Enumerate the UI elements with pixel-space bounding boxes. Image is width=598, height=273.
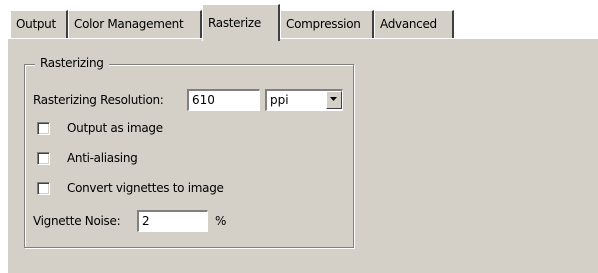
tab-panel-rasterize: Rasterizing Rasterizing Resolution: 610 … xyxy=(7,38,598,273)
dropdown-button[interactable] xyxy=(326,91,342,109)
chevron-down-icon xyxy=(330,97,337,101)
vignette-noise-unit: % xyxy=(215,214,227,228)
vignette-noise-input[interactable]: 2 xyxy=(137,210,208,232)
tab-color-management[interactable]: Color Management xyxy=(68,10,202,38)
rasterizing-resolution-input[interactable]: 610 xyxy=(187,89,260,111)
output-as-image-checkbox[interactable] xyxy=(37,122,50,135)
convert-vignettes-label: Convert vignettes to image xyxy=(67,181,224,195)
anti-aliasing-checkbox[interactable] xyxy=(37,152,50,165)
resolution-unit-value: ppi xyxy=(270,93,289,107)
convert-vignettes-checkbox[interactable] xyxy=(37,182,50,195)
tab-compression[interactable]: Compression xyxy=(280,10,374,38)
rasterizing-group-label: Rasterizing xyxy=(35,56,109,70)
tab-advanced[interactable]: Advanced xyxy=(374,10,454,38)
tab-strip: Output Color Management Rasterize Compre… xyxy=(7,0,598,41)
resolution-unit-select[interactable]: ppi xyxy=(265,89,343,111)
output-as-image-label: Output as image xyxy=(67,121,163,135)
rasterizing-resolution-label: Rasterizing Resolution: xyxy=(33,93,164,107)
anti-aliasing-label: Anti-aliasing xyxy=(67,151,138,165)
tab-output[interactable]: Output xyxy=(10,10,68,38)
vignette-noise-label: Vignette Noise: xyxy=(33,214,121,228)
tab-rasterize[interactable]: Rasterize xyxy=(202,4,280,41)
